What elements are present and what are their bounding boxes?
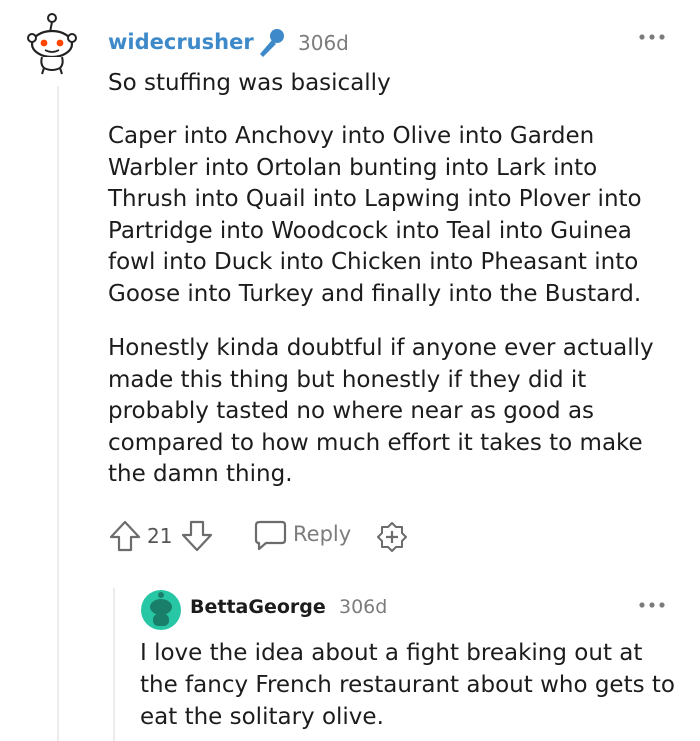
reply-username[interactable]: BettaGeorge	[190, 596, 326, 618]
comment-paragraph-3: Honestly kinda doubtful if anyone ever a…	[108, 335, 654, 487]
comment-timestamp: 306d	[298, 31, 349, 55]
downvote-arrow-icon[interactable]	[180, 519, 214, 553]
upvote-arrow-icon[interactable]	[108, 519, 142, 553]
award-plus-icon[interactable]	[375, 520, 409, 554]
comment-username[interactable]: widecrusher	[108, 30, 254, 54]
reply-bubble-icon[interactable]	[252, 519, 288, 551]
comment-thread: widecrusher 306d So stuffing was basical…	[0, 0, 700, 741]
reply-text: I love the idea about a fight breaking o…	[140, 640, 675, 730]
snoo-avatar-icon[interactable]	[22, 12, 84, 76]
reply-timestamp: 306d	[339, 596, 388, 618]
microphone-icon	[260, 29, 284, 57]
thread-collapse-line[interactable]	[57, 86, 59, 741]
reply-thread-line[interactable]	[113, 588, 115, 741]
reply-button[interactable]: Reply	[293, 522, 351, 546]
more-options-icon[interactable]	[637, 30, 667, 44]
vote-score: 21	[147, 524, 173, 548]
comment-paragraph-1: So stuffing was basically	[108, 70, 391, 96]
green-snoo-avatar-icon[interactable]	[140, 589, 182, 631]
more-options-icon[interactable]	[637, 598, 667, 612]
comment-paragraph-2: Caper into Anchovy into Olive into Garde…	[108, 123, 642, 307]
